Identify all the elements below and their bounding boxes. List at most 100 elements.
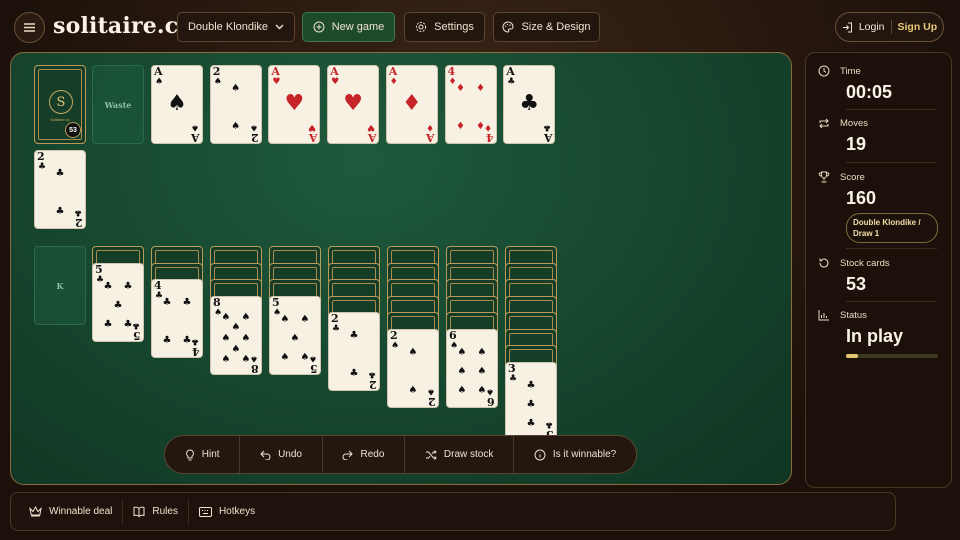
divider: [846, 248, 937, 249]
undo-icon: [260, 450, 271, 460]
card-suit: ♥: [272, 77, 281, 87]
card-center-suit: ♥: [343, 91, 363, 116]
card-pip: ♣: [113, 299, 123, 311]
time-value: 00:05: [846, 82, 893, 102]
size-design-button[interactable]: Size & Design: [493, 12, 600, 42]
signup-link[interactable]: Sign Up: [898, 21, 938, 33]
card-pip: ♣: [182, 335, 192, 346]
settings-label: Settings: [434, 21, 474, 33]
game-select-label: Double Klondike: [187, 21, 269, 33]
login-icon: [842, 22, 852, 32]
card-suit: ♥: [367, 122, 376, 132]
rules-link[interactable]: Rules: [123, 499, 189, 524]
playing-card[interactable]: 2 ♠ 2 ♠ ♠ ♠: [387, 328, 439, 408]
hotkeys-link[interactable]: Hotkeys: [189, 500, 265, 524]
score-value: 160: [846, 188, 877, 208]
card-pip: ♠: [280, 351, 290, 363]
winnable-deal-link[interactable]: Winnable deal: [19, 499, 124, 524]
card-suit: ♣: [73, 207, 82, 217]
card-pip: ♣: [123, 280, 133, 292]
menu-button[interactable]: [14, 12, 45, 43]
game-table[interactable]: S Solitaire.cx 53 Waste A ♠ A ♠ ♠ 2 ♠ 2 ♠ ♠ ♠ A ♥ A ♥ ♥…: [10, 52, 792, 485]
playing-card[interactable]: 4 ♣ 4 ♣ ♣ ♣ ♣ ♣: [151, 279, 203, 358]
card-pip: ♠: [477, 384, 487, 396]
settings-button[interactable]: Settings: [404, 12, 485, 42]
bar-chart-icon: [818, 310, 829, 321]
card-suit: ♣: [543, 122, 552, 132]
divider: [846, 109, 937, 110]
playing-card[interactable]: 3 ♣ 3 ♣ ♣ ♣ ♣: [505, 361, 557, 441]
game-mode-badge: Double Klondike / Draw 1: [846, 213, 938, 243]
card-suit: ♠: [249, 122, 258, 132]
card-suit: ♠: [308, 352, 317, 363]
palette-icon: [503, 21, 514, 33]
card-pip: ♣: [162, 297, 172, 308]
redo-button[interactable]: Redo: [323, 436, 406, 473]
game-select-dropdown[interactable]: Double Klondike: [177, 12, 295, 42]
card-center-suit: ♦: [401, 91, 422, 116]
playing-card[interactable]: A ♥ A ♥ ♥: [327, 65, 380, 144]
playing-card[interactable]: 6 ♠ 6 ♠ ♠ ♠ ♠ ♠ ♠ ♠: [446, 328, 498, 408]
playing-card[interactable]: 2 ♣ 2 ♣ ♣ ♣: [328, 312, 380, 391]
card-pip: ♠: [221, 332, 231, 344]
playing-card[interactable]: 2 ♣ 2 ♣ ♣ ♣: [34, 150, 86, 229]
lightbulb-icon: [185, 448, 194, 460]
auth-divider: [890, 20, 892, 34]
stock-cards-label: Stock cards: [840, 257, 890, 269]
card-rank: 5: [310, 361, 318, 375]
card-pip: ♦: [476, 121, 485, 132]
moves-label: Moves: [840, 118, 868, 129]
playing-card[interactable]: A ♥ A ♥ ♥: [268, 65, 321, 144]
stock-pile[interactable]: S Solitaire.cx 53: [34, 65, 86, 144]
score-stat: Score 160: [818, 171, 937, 209]
logo[interactable]: solitaire.cx: [53, 13, 192, 39]
stock-count-badge: 53: [65, 122, 81, 138]
card-pip: ♠: [457, 346, 467, 358]
stats-sidebar: Time 00:05 Moves 19 Score 160 Double Klo…: [805, 52, 952, 488]
card-pip: ♠: [221, 353, 231, 365]
playing-card[interactable]: 4 ♦ 4 ♦ ♦ ♦ ♦ ♦: [444, 65, 497, 144]
card-pip: ♣: [55, 168, 65, 179]
king-slot[interactable]: K: [34, 246, 86, 325]
draw-stock-button[interactable]: Draw stock: [405, 436, 515, 473]
hint-button[interactable]: Hint: [165, 436, 241, 473]
card-suit: ♣: [367, 369, 376, 379]
playing-card[interactable]: 5 ♣ 5 ♣ ♣ ♣ ♣ ♣ ♣: [92, 262, 144, 342]
card-rank: A: [543, 131, 553, 144]
playing-card[interactable]: 2 ♠ 2 ♠ ♠ ♠: [209, 65, 262, 144]
card-pip: ♣: [349, 330, 359, 341]
plus-circle-icon: [313, 21, 325, 33]
new-game-button[interactable]: New game: [302, 12, 395, 42]
card-pip: ♣: [349, 368, 359, 379]
card-suit: ♠: [249, 352, 258, 363]
waste-pile[interactable]: Waste: [92, 65, 144, 144]
status-value: In play: [846, 326, 904, 346]
status-progress-bar: [846, 354, 938, 358]
status-stat: Status In play: [818, 310, 937, 347]
hamburger-icon: [24, 23, 35, 32]
playing-card[interactable]: 8 ♠ 8 ♠ ♠ ♠ ♠ ♠ ♠ ♠ ♠ ♠: [210, 295, 262, 375]
playing-card[interactable]: A ♦ A ♦ ♦: [385, 65, 438, 144]
card-pip: ♠: [290, 332, 300, 344]
auth-group: Login Sign Up: [835, 12, 944, 42]
undo-button[interactable]: Undo: [240, 436, 323, 473]
playing-card[interactable]: A ♠ A ♠ ♠: [151, 65, 203, 144]
repeat-icon: [819, 118, 829, 129]
card-pip: ♠: [231, 321, 241, 333]
card-suit: ♦: [389, 77, 398, 87]
playing-card[interactable]: 5 ♠ 5 ♠ ♠ ♠ ♠ ♠ ♠: [269, 295, 321, 375]
card-pip: ♠: [477, 365, 487, 377]
login-link[interactable]: Login: [859, 21, 885, 33]
action-bar: Hint Undo Redo Draw stock Is it winnable…: [164, 435, 637, 474]
card-suit: ♣: [190, 336, 199, 346]
card-pip: ♣: [103, 318, 113, 330]
card-pip: ♣: [103, 280, 113, 292]
playing-card[interactable]: A ♣ A ♣ ♣: [503, 65, 556, 144]
card-rank: A: [367, 131, 377, 144]
winnable-check-button[interactable]: Is it winnable?: [514, 436, 636, 473]
winnable-check-label: Is it winnable?: [552, 449, 617, 460]
card-pip: ♣: [526, 379, 536, 391]
card-pip: ♠: [477, 346, 487, 358]
card-rank: 4: [192, 345, 200, 358]
card-rank: 5: [133, 328, 141, 342]
